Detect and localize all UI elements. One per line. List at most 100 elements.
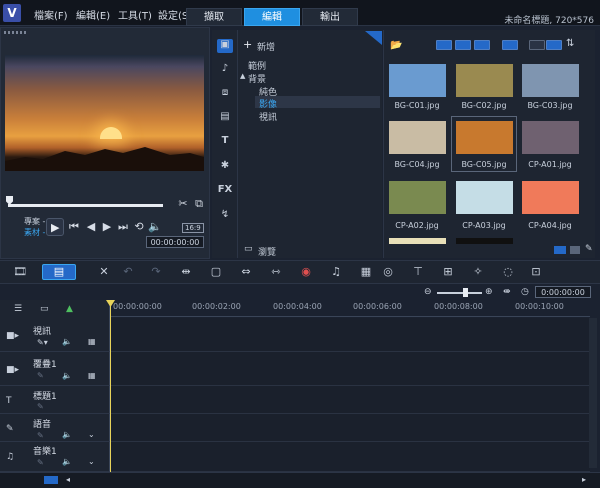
folder-icon[interactable]: 📂 <box>390 40 402 51</box>
title-tool-icon[interactable]: ⊤ <box>410 265 426 278</box>
tab-edit[interactable]: 編輯 <box>244 8 300 26</box>
track-grid-icon[interactable]: ▦ <box>88 337 96 346</box>
tree-item-background[interactable]: 背景 <box>248 72 266 85</box>
title-icon[interactable]: T <box>217 135 233 149</box>
toggle-view-icon[interactable] <box>502 40 518 50</box>
thumb-bg-c02[interactable] <box>456 64 513 97</box>
zoom-slider-handle[interactable] <box>463 288 468 297</box>
filter-icon[interactable]: ✱ <box>217 160 233 174</box>
menu-edit[interactable]: 編輯(E) <box>76 7 110 22</box>
edit-icon[interactable]: ✎ <box>585 244 593 254</box>
path-icon[interactable]: ↯ <box>217 209 233 223</box>
fit-icon[interactable]: ⇹ <box>178 265 194 278</box>
graphic-icon[interactable]: ▤ <box>217 111 233 125</box>
thumb-bg-c04[interactable] <box>389 121 446 154</box>
scrub-bar[interactable] <box>8 204 163 207</box>
tree-item-video[interactable]: 視訊 <box>259 110 277 123</box>
go-start-icon[interactable]: ⏮ <box>67 220 81 234</box>
timeline-vertical-scrollbar[interactable] <box>589 318 597 468</box>
tree-expand-icon[interactable]: ▲ <box>240 72 245 80</box>
thumb-cp-a02[interactable] <box>389 181 446 214</box>
panel-size-icon[interactable] <box>554 246 566 254</box>
panel-grip[interactable] <box>4 31 28 34</box>
mode-clip[interactable]: 素材 - <box>24 227 45 238</box>
go-end-icon[interactable]: ⏭ <box>116 220 130 234</box>
track-edit-icon[interactable]: ✎ <box>37 431 44 440</box>
thumb-cp-a01[interactable] <box>522 121 579 154</box>
thumb-cp-a03[interactable] <box>456 181 513 214</box>
show-audio-icon[interactable] <box>474 40 490 50</box>
show-video-icon[interactable] <box>436 40 452 50</box>
project-duration[interactable]: 0:00:00:00 <box>535 286 591 298</box>
aspect-ratio-badge[interactable]: 16:9 <box>182 223 204 233</box>
tree-item-image[interactable]: 影像 <box>259 97 277 110</box>
track-list-icon[interactable]: ☰ <box>14 304 22 314</box>
sort-icon[interactable]: ⇅ <box>566 38 574 49</box>
track-music-row[interactable] <box>110 442 590 472</box>
copy-icon[interactable]: ⧉ <box>192 197 206 211</box>
audio-mixer-icon[interactable]: ♫ <box>328 265 344 278</box>
add-track-icon[interactable]: ▲ <box>66 304 73 314</box>
zoom-out-icon[interactable]: ⊖ <box>424 287 432 297</box>
thumb-bg-c03[interactable] <box>522 64 579 97</box>
track-volume-icon[interactable]: 🔈 <box>62 430 72 439</box>
menu-tools[interactable]: 工具(T) <box>118 7 152 22</box>
grid-tool-icon[interactable]: ⊞ <box>440 265 456 278</box>
track-video-row[interactable] <box>110 318 590 352</box>
track-edit-icon[interactable]: ✎ <box>37 402 44 411</box>
list-view-icon[interactable] <box>529 40 545 50</box>
ripple-icon[interactable]: ▭ <box>40 304 49 314</box>
track-volume-icon[interactable]: 🔈 <box>62 337 72 346</box>
multi-icon[interactable]: ◎ <box>380 265 396 278</box>
scroll-right-icon[interactable]: ▸ <box>582 475 586 484</box>
browse-button[interactable]: 瀏覽 <box>258 245 276 258</box>
track-edit-icon[interactable]: ✎ <box>37 371 44 380</box>
scissors-icon[interactable]: ✂ <box>176 197 190 210</box>
fx-icon[interactable]: FX <box>217 184 233 198</box>
panel-size-icon[interactable] <box>570 246 580 254</box>
prev-frame-icon[interactable]: ◀ <box>84 220 98 233</box>
redo-icon[interactable]: ↷ <box>148 265 164 278</box>
media-icon[interactable]: ▣ <box>217 39 233 53</box>
timecode-field[interactable]: 00:00:00:00 <box>146 236 204 248</box>
track-grid-icon[interactable]: ▦ <box>88 371 96 380</box>
volume-icon[interactable]: 🔈 <box>148 220 162 233</box>
track-title-row[interactable] <box>110 386 590 414</box>
undo-icon[interactable]: ↶ <box>120 265 136 278</box>
browse-icon[interactable]: ▭ <box>244 244 253 254</box>
track-overlay-row[interactable] <box>110 352 590 386</box>
track-edit-icon[interactable]: ✎ <box>37 458 44 467</box>
thumb-bg-c05[interactable] <box>456 121 513 154</box>
playhead[interactable] <box>110 300 111 472</box>
track-manager-icon[interactable]: ⇿ <box>268 265 284 278</box>
tools-icon[interactable]: ✕ <box>96 265 112 278</box>
tree-item-samples[interactable]: 範例 <box>248 59 266 72</box>
zoom-slider[interactable] <box>437 292 482 294</box>
show-photo-icon[interactable] <box>455 40 471 50</box>
tab-share[interactable]: 輸出 <box>302 8 358 26</box>
loop-icon[interactable]: ◌ <box>500 265 516 278</box>
storyboard-view-icon[interactable]: 🎞 <box>12 265 28 278</box>
fit-project-icon[interactable]: ⇼ <box>503 287 511 297</box>
track-expand-icon[interactable]: ⌄ <box>88 457 95 466</box>
thumb-bg-c01[interactable] <box>389 64 446 97</box>
menu-file[interactable]: 檔案(F) <box>34 7 68 22</box>
motion-icon[interactable]: ✧ <box>470 265 486 278</box>
clip-icon[interactable]: ▦ <box>358 265 374 278</box>
track-volume-icon[interactable]: 🔈 <box>62 371 72 380</box>
record-icon[interactable]: ◉ <box>298 265 314 278</box>
transition-icon[interactable]: ⧈ <box>217 87 233 101</box>
track-volume-icon[interactable]: 🔈 <box>62 457 72 466</box>
mode-project[interactable]: 專案 - <box>24 216 45 227</box>
grid-view-icon[interactable] <box>546 40 562 50</box>
capture-icon[interactable]: ⊡ <box>528 265 544 278</box>
track-voice-row[interactable] <box>110 414 590 442</box>
next-frame-icon[interactable]: ▶ <box>100 220 114 233</box>
thumb-cp-a04[interactable] <box>522 181 579 214</box>
screen-icon[interactable]: ▢ <box>208 265 224 278</box>
scroll-left-button[interactable] <box>44 476 58 484</box>
tab-capture[interactable]: 擷取 <box>186 8 242 26</box>
plus-icon[interactable]: + <box>243 38 252 51</box>
zoom-in-icon[interactable]: ⊕ <box>485 287 493 297</box>
scroll-left-icon[interactable]: ◂ <box>66 475 70 484</box>
